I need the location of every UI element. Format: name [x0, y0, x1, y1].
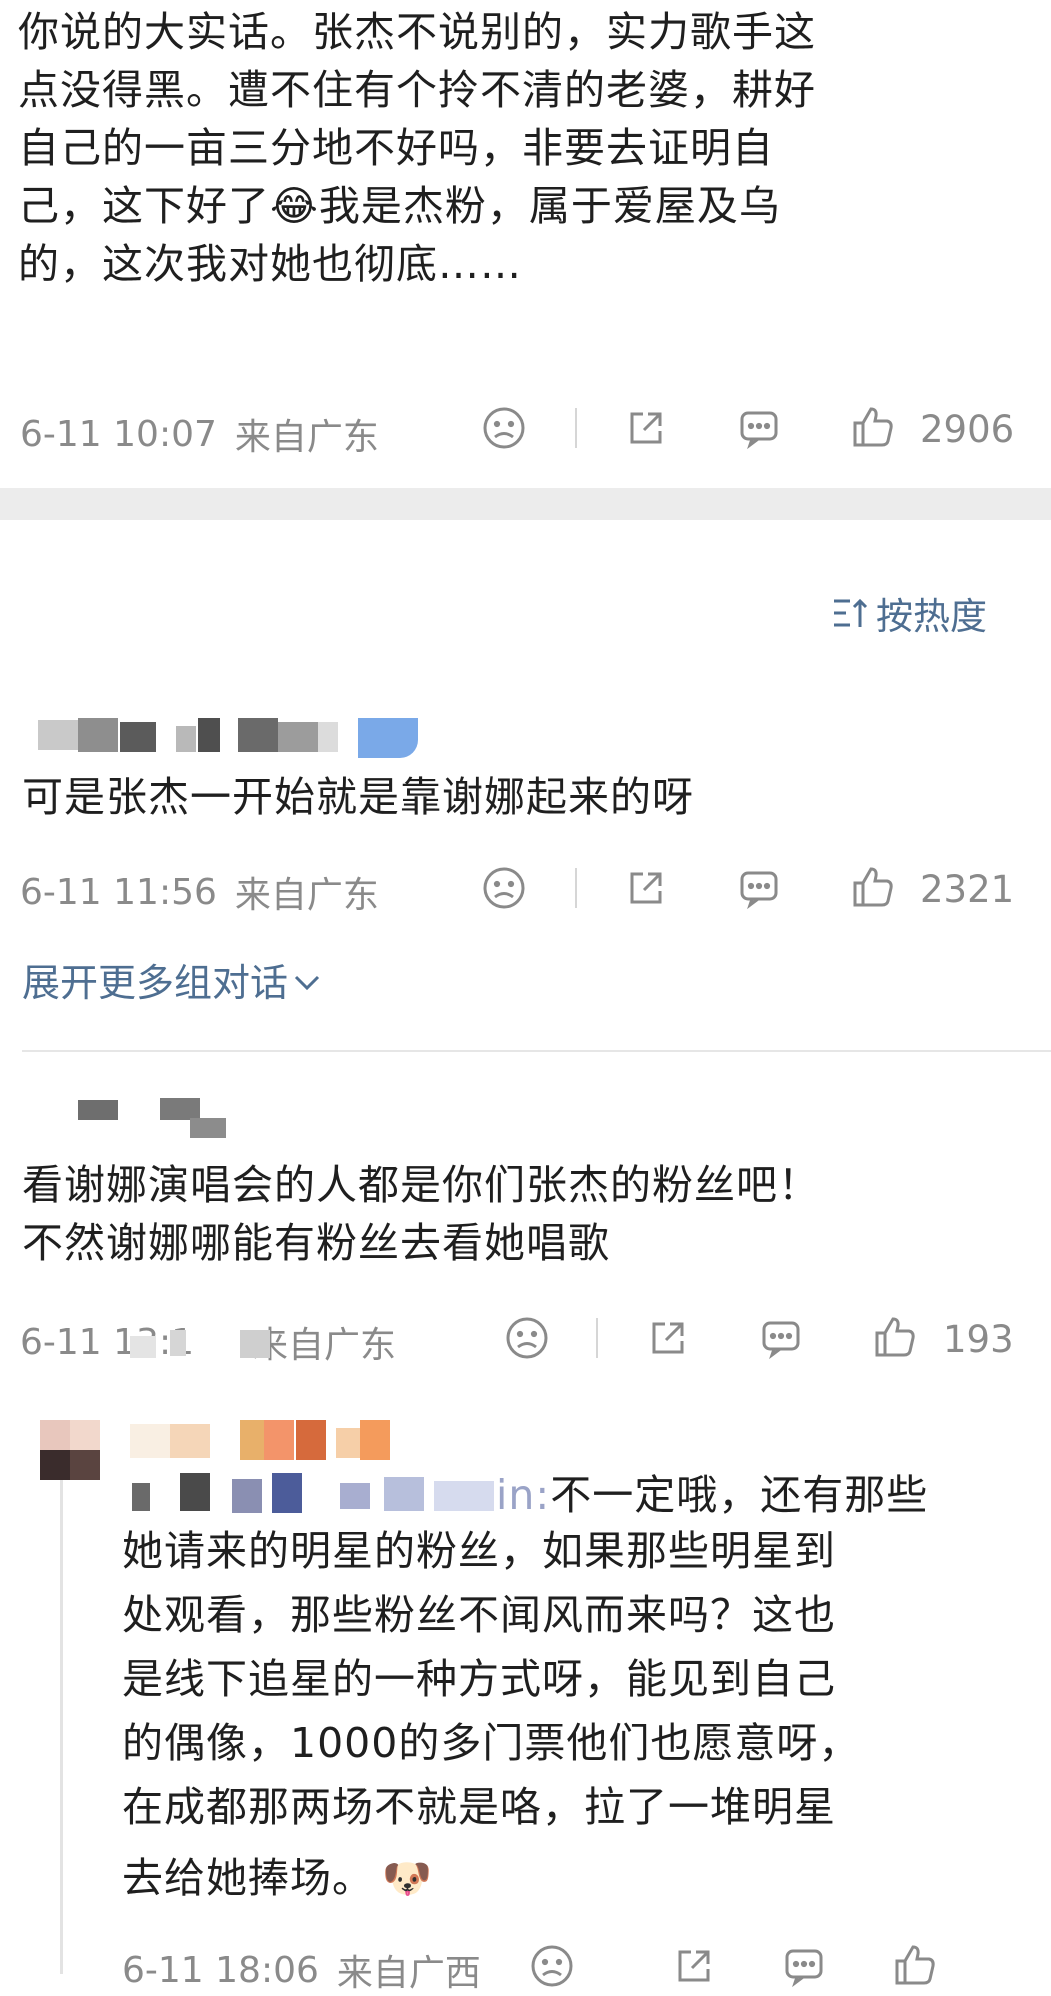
doge-emoji: 🐶	[382, 1855, 432, 1902]
reply-body: in: 不一定哦，还有那些 她请来的明星的粉丝，如果那些明星到 处观看，那些粉丝…	[122, 1464, 1042, 1910]
comment-icon[interactable]	[735, 404, 783, 452]
comment-text: 可是张杰一开始就是靠谢娜起来的呀	[22, 773, 694, 821]
dislike-icon[interactable]	[480, 864, 528, 912]
comment-line: 自己的一亩三分地不好吗，非要去证明自	[18, 124, 774, 172]
comment-line: 不然谢娜哪能有粉丝去看她唱歌	[22, 1219, 610, 1267]
dislike-icon[interactable]	[528, 1942, 576, 1990]
reply-thread-line	[60, 1460, 63, 1974]
share-icon[interactable]	[622, 864, 670, 912]
comment-line: 的，这次我对她也彻底……	[18, 240, 522, 288]
like-icon[interactable]	[848, 862, 898, 912]
username-redacted	[38, 718, 418, 758]
expand-label: 展开更多组对话	[22, 961, 289, 1005]
reply-line: 她请来的明星的粉丝，如果那些明星到	[122, 1527, 836, 1575]
reply-location: 来自广西	[336, 1953, 481, 1994]
sort-label: 按热度	[876, 595, 987, 638]
like-icon[interactable]	[870, 1312, 920, 1362]
reply-line: 去给她捧场。	[122, 1854, 374, 1902]
time-redacted	[130, 1330, 280, 1360]
comment-icon[interactable]	[780, 1942, 828, 1990]
comment-line: 己，这下好了😂我是杰粉，属于爱屋及乌	[18, 182, 781, 230]
username-redacted	[78, 1098, 228, 1138]
like-count: 2321	[920, 868, 1015, 911]
sort-icon	[832, 595, 872, 631]
like-count: 2906	[920, 408, 1015, 451]
reply-line: 处观看，那些粉丝不闻风而来吗？这也	[122, 1591, 836, 1639]
divider	[596, 1318, 598, 1358]
comment-line: 看谢娜演唱会的人都是你们张杰的粉丝吧！	[22, 1161, 820, 1209]
comment-time: 6-11 11:56	[20, 871, 217, 913]
comment-time: 6-11 10:07	[20, 413, 217, 455]
section-divider	[0, 488, 1051, 520]
comment-icon[interactable]	[757, 1314, 805, 1362]
thread-divider	[22, 1050, 1051, 1052]
comment-location: 来自广东	[234, 875, 379, 916]
username-redacted	[130, 1420, 390, 1464]
like-icon[interactable]	[848, 402, 898, 452]
comment-text: 看谢娜演唱会的人都是你们张杰的粉丝吧！ 不然谢娜哪能有粉丝去看她唱歌	[22, 1160, 820, 1276]
sort-toggle[interactable]: 按热度	[832, 586, 987, 640]
reply-line: 在成都那两场不就是咯，拉了一堆明星	[122, 1783, 836, 1831]
reply-time: 6-11 18:06	[122, 1949, 319, 1991]
dislike-icon[interactable]	[503, 1314, 551, 1362]
comment-meta: 6-11 11:56 来自广东	[20, 866, 379, 918]
like-count: 193	[943, 1318, 1014, 1361]
share-icon[interactable]	[670, 1942, 718, 1990]
comment-line: 你说的大实话。张杰不说别的，实力歌手这	[18, 8, 816, 56]
comment-meta: 6-11 10:07 来自广东	[20, 408, 379, 460]
chevron-down-icon	[292, 958, 322, 1002]
avatar-redacted	[40, 1420, 100, 1480]
reply-line: 不一定哦，还有那些	[550, 1471, 929, 1519]
comment-line: 点没得黑。遭不住有个拎不清的老婆，耕好	[18, 66, 816, 114]
divider	[575, 868, 577, 908]
share-icon[interactable]	[622, 404, 670, 452]
mention-redacted	[122, 1473, 534, 1517]
comment-location: 来自广东	[234, 417, 379, 458]
like-icon[interactable]	[890, 1940, 940, 1990]
divider	[575, 408, 577, 448]
reply-line: 是线下追星的一种方式呀，能见到自己	[122, 1655, 836, 1703]
comment-icon[interactable]	[735, 864, 783, 912]
expand-thread-link[interactable]: 展开更多组对话	[22, 952, 322, 1007]
share-icon[interactable]	[644, 1314, 692, 1362]
reply-line: 的偶像，1000的多门票他们也愿意呀，	[122, 1719, 861, 1767]
top-comment: 你说的大实话。张杰不说别的，实力歌手这 点没得黑。遭不住有个拎不清的老婆，耕好 …	[18, 7, 1038, 297]
dislike-icon[interactable]	[480, 404, 528, 452]
reply-meta: 6-11 18:06 来自广西	[122, 1944, 481, 1996]
